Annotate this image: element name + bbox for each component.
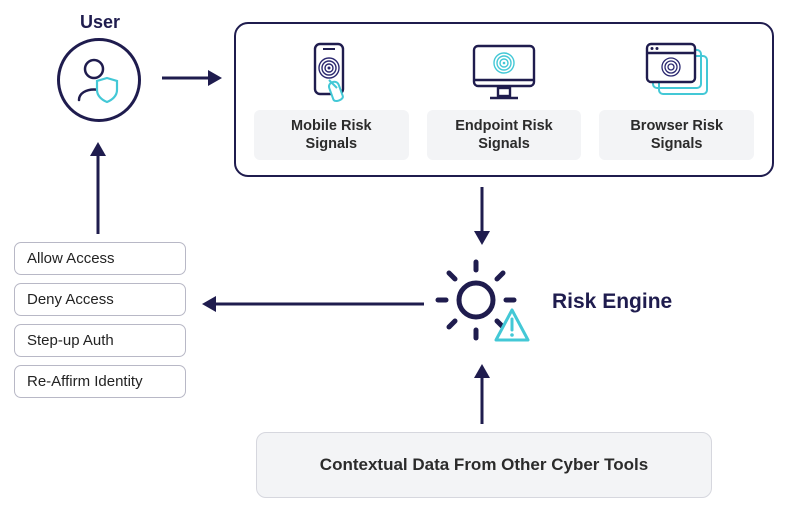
contextual-data-box: Contextual Data From Other Cyber Tools [256,432,712,498]
user-shield-icon [71,52,127,108]
risk-engine-icon [432,256,532,357]
signal-browser-label: Browser Risk Signals [599,110,754,160]
signal-endpoint: Endpoint Risk Signals [427,38,582,161]
action-reaffirm-identity: Re-Affirm Identity [14,365,186,398]
arrow-user-to-signals [160,66,224,90]
arrow-actions-to-user [86,136,110,236]
user-label: User [80,12,120,33]
outcome-actions-list: Allow Access Deny Access Step-up Auth Re… [14,242,186,398]
arrow-signals-to-engine [470,185,494,249]
risk-signals-group: Mobile Risk Signals Endpoint Risk Signal… [234,22,774,177]
arrow-engine-to-actions [196,292,426,316]
monitor-fingerprint-icon [466,40,542,104]
browser-fingerprint-icon [639,40,715,104]
signal-mobile: Mobile Risk Signals [254,38,409,161]
action-allow-access: Allow Access [14,242,186,275]
signal-mobile-label: Mobile Risk Signals [254,110,409,160]
mobile-fingerprint-icon [301,40,361,104]
action-step-up-auth: Step-up Auth [14,324,186,357]
gear-alert-icon [432,256,532,352]
arrow-context-to-engine [470,360,494,426]
user-avatar [57,38,141,122]
action-deny-access: Deny Access [14,283,186,316]
risk-engine-label: Risk Engine [552,290,672,314]
contextual-data-label: Contextual Data From Other Cyber Tools [320,455,648,475]
signal-endpoint-label: Endpoint Risk Signals [427,110,582,160]
signal-browser: Browser Risk Signals [599,38,754,161]
